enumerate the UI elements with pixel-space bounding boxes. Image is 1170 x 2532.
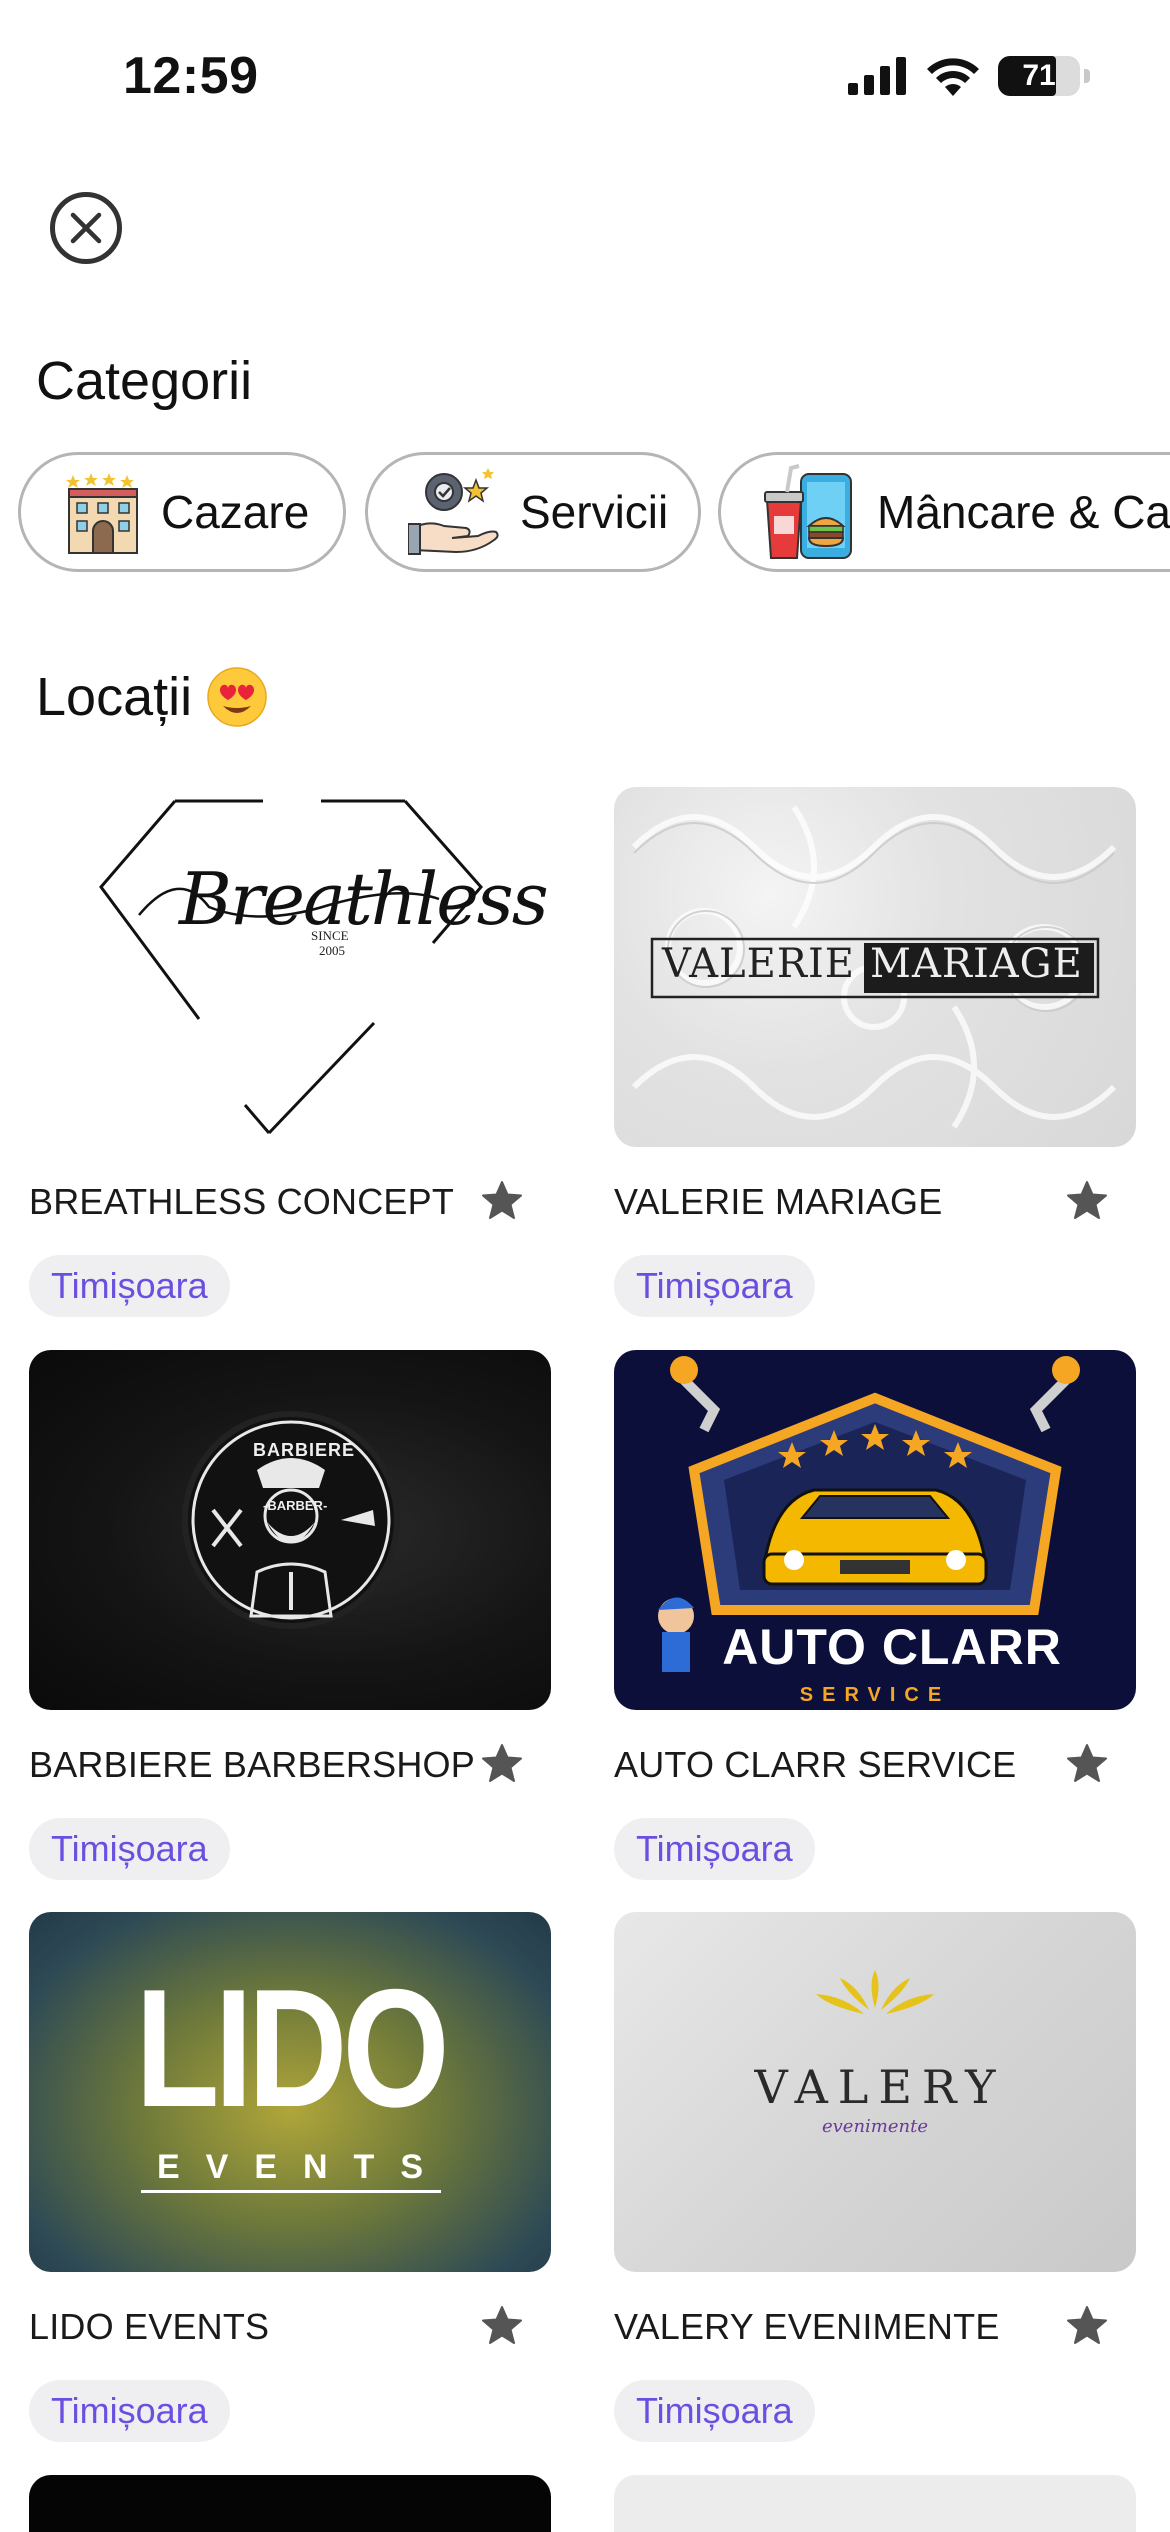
favorite-star-icon[interactable] (481, 1742, 523, 1784)
categories-title: Categorii (36, 351, 253, 411)
location-image: Breathless SINCE 2005 (29, 787, 551, 1147)
locations-title: Locații (36, 667, 193, 727)
lido-logo-sub: EVENTS (156, 2148, 450, 2186)
location-name: LIDO EVENTS (29, 2306, 270, 2347)
favorite-star-icon[interactable] (1066, 1742, 1108, 1784)
status-icons: 71 (848, 56, 1090, 96)
breathless-logo-year: 2005 (319, 943, 345, 958)
location-city-badge: Timișoara (614, 2380, 815, 2442)
location-image: VALERY evenimente (614, 1912, 1136, 2272)
location-card-barbiere-barbershop[interactable]: BARBIERE -BARBER- BARBIERE BARBERSHOP Ti… (29, 1350, 551, 1880)
barbiere-logo-top: BARBIERE (253, 1440, 356, 1460)
location-card-lido-events[interactable]: LIDO EVENTS LIDO EVENTS Timișoara (29, 1912, 551, 2442)
status-time: 12:59 (123, 47, 259, 105)
valery-logo-main: VALERY (754, 2060, 1006, 2114)
close-button[interactable] (50, 192, 122, 264)
location-image: VALERIE MARIAGE (614, 787, 1136, 1147)
location-name: AUTO CLARR SERVICE (614, 1744, 1017, 1785)
location-city-badge: Timișoara (29, 2380, 230, 2442)
location-image: BARBIERE -BARBER- (29, 1350, 551, 1710)
location-card-partial[interactable] (29, 2475, 551, 2532)
category-label: Cazare (161, 486, 310, 538)
location-name: VALERIE MARIAGE (614, 1181, 943, 1222)
location-city-badge: Timișoara (614, 1255, 815, 1317)
close-icon (70, 212, 102, 244)
breathless-logo-since: SINCE (311, 928, 349, 943)
valerie-logo-left: VALERIE (662, 941, 855, 987)
battery-icon: 71 (998, 56, 1080, 96)
category-chip-cazare[interactable]: Cazare (18, 452, 346, 572)
location-card-auto-clarr-service[interactable]: AUTO CLARR SERVICE AUTO CLARR SERVICE Ti… (614, 1350, 1136, 1880)
location-city-badge: Timișoara (614, 1818, 815, 1880)
battery-level: 71 (1022, 59, 1056, 92)
barbiere-logo-mid: -BARBER- (263, 1498, 328, 1513)
valerie-logo-right: MARIAGE (870, 941, 1083, 987)
wifi-icon (927, 58, 979, 96)
services-icon (408, 468, 499, 555)
location-image: LIDO EVENTS (29, 1912, 551, 2272)
status-bar: 12:59 71 (0, 0, 1170, 150)
location-name: BREATHLESS CONCEPT (29, 1181, 455, 1222)
location-city-badge: Timișoara (29, 1255, 230, 1317)
category-label: Mâncare & Cafea (877, 486, 1170, 538)
heart-eyes-emoji (207, 667, 267, 727)
food-drink-icon (764, 464, 852, 559)
favorite-star-icon[interactable] (481, 1179, 523, 1221)
autoclarr-logo-main: AUTO CLARR (722, 1619, 1062, 1675)
locations-title-row: Locații (36, 666, 268, 728)
autoclarr-logo-sub: SERVICE (799, 1684, 951, 1706)
location-name: VALERY EVENIMENTE (614, 2306, 1000, 2347)
category-chip-mancare-cafea[interactable]: Mâncare & Cafea (718, 452, 1170, 572)
signal-icon (848, 57, 906, 95)
location-card-breathless-concept[interactable]: Breathless SINCE 2005 BREATHLESS CONCEPT… (29, 787, 551, 1317)
location-card-valery-evenimente[interactable]: VALERY evenimente VALERY EVENIMENTE Timi… (614, 1912, 1136, 2442)
location-name: BARBIERE BARBERSHOP (29, 1744, 475, 1785)
location-city-badge: Timișoara (29, 1818, 230, 1880)
category-chip-servicii[interactable]: Servicii (365, 452, 701, 572)
valery-logo-sub: evenimente (821, 2116, 929, 2137)
categories-list: Cazare Servicii Mâncare & Cafea (18, 452, 1170, 572)
location-card-valerie-mariage[interactable]: VALERIE MARIAGE VALERIE MARIAGE Timișoar… (614, 787, 1136, 1317)
breathless-logo-text: Breathless (179, 857, 549, 941)
favorite-star-icon[interactable] (1066, 2304, 1108, 2346)
location-card-partial[interactable] (614, 2475, 1136, 2532)
lido-logo-main: LIDO (135, 1954, 449, 2142)
favorite-star-icon[interactable] (481, 2304, 523, 2346)
favorite-star-icon[interactable] (1066, 1179, 1108, 1221)
category-label: Servicii (520, 486, 669, 538)
location-image: AUTO CLARR SERVICE (614, 1350, 1136, 1710)
hotel-icon (66, 473, 138, 554)
